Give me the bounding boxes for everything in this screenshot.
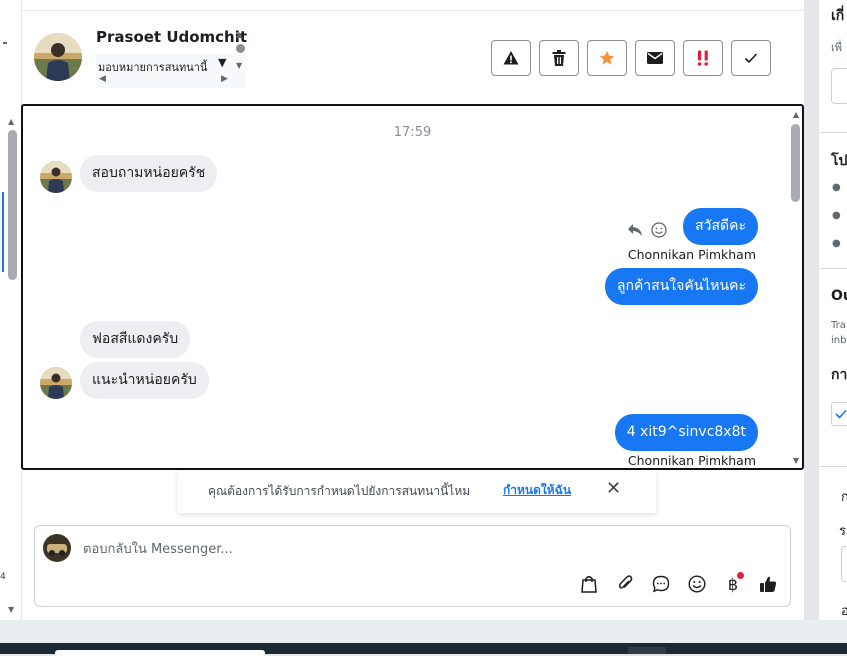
panel-section-title: เกี่ — [831, 8, 845, 24]
taskbar-app-button[interactable] — [628, 647, 666, 654]
assign-prompt-text: คุณต้องการได้รับการกำหนดไปยังการสนทนานี้… — [208, 484, 471, 498]
incoming-message[interactable]: แนะนำหน่อยครับ — [80, 362, 209, 399]
taskbar-search-box[interactable] — [55, 650, 265, 656]
gutter-selected-indicator — [2, 192, 4, 272]
incoming-message[interactable]: ฟอสสีแดงครับ — [80, 321, 191, 358]
panel-section-title: ก — [841, 490, 847, 505]
contact-details-panel: เกี่ เพื่ โป ● ● ● Ou Tra inb กา ก ร อ — [819, 0, 847, 620]
panel-section-title: อ — [841, 604, 847, 619]
outgoing-message[interactable]: ลูกค้าสนใจคันไหนคะ — [604, 268, 758, 305]
trash-icon — [552, 50, 566, 66]
spam-button[interactable] — [491, 40, 531, 76]
emoji-icon[interactable] — [685, 572, 709, 596]
divider — [819, 268, 847, 269]
page-avatar — [43, 534, 71, 562]
divider — [819, 132, 847, 133]
assign-label[interactable]: มอบหมายการสนทนานี้ — [98, 58, 207, 76]
contact-avatar[interactable] — [34, 33, 82, 81]
outgoing-message[interactable]: 4 xit9^sinvc8x8t — [614, 414, 758, 451]
gutter-scroll-down-arrow[interactable]: ▼ — [8, 606, 14, 614]
double-exclamation-icon — [697, 50, 708, 66]
conversation-thread[interactable]: 17:59 สอบถามหน่อยครัช สวัสดีคะ Chonnikan… — [21, 104, 804, 470]
clock-icon: ● — [832, 182, 841, 193]
divider — [22, 10, 804, 11]
contact-name[interactable]: Prasoet Udomchit — [96, 28, 247, 46]
contact-avatar-small[interactable] — [40, 367, 72, 399]
panel-checkbox[interactable] — [831, 402, 847, 426]
incoming-message[interactable]: สอบถามหน่อยครัช — [80, 155, 218, 192]
divider — [819, 466, 847, 467]
mark-unread-button[interactable] — [635, 40, 675, 76]
scroll-down-arrow[interactable]: ▼ — [236, 61, 242, 70]
thumbs-up-icon[interactable] — [756, 572, 780, 596]
warning-icon — [503, 51, 519, 65]
panel-section-subtitle: เพื่ — [831, 41, 843, 54]
notification-dot — [737, 572, 744, 579]
reply-input[interactable] — [83, 538, 763, 560]
gutter-tick — [3, 42, 7, 44]
panel-body-text: Tra — [831, 320, 846, 331]
envelope-icon — [647, 52, 663, 64]
panel-section-title: โป — [831, 153, 847, 169]
mark-done-button[interactable] — [731, 40, 771, 76]
gutter-number: 4 — [0, 572, 6, 582]
gutter-scroll-up-arrow[interactable]: ▲ — [8, 118, 14, 126]
outgoing-message[interactable]: สวัสดีคะ — [683, 208, 758, 245]
reaction-icon[interactable] — [651, 222, 667, 242]
scroll-left-arrow[interactable]: ◀ — [99, 74, 106, 84]
panel-body-text: inb — [831, 335, 847, 346]
chat-bubble-icon[interactable] — [649, 572, 673, 596]
check-icon — [744, 53, 758, 64]
scroll-up-arrow[interactable]: ▲ — [793, 110, 799, 119]
panel-input-field[interactable] — [831, 68, 847, 104]
paperclip-icon[interactable] — [613, 572, 637, 596]
star-icon — [599, 50, 615, 65]
close-icon[interactable]: ✕ — [606, 479, 621, 499]
message-timestamp: 17:59 — [393, 125, 432, 140]
header-mini-scrollbar[interactable]: ▲ ▼ — [234, 30, 246, 74]
scrollbar-thumb[interactable] — [236, 44, 245, 53]
sender-name: Chonnikan Pimkham — [627, 453, 756, 468]
scroll-up-arrow[interactable]: ▲ — [236, 30, 242, 39]
message-composer: ฿ — [34, 525, 791, 607]
location-pin-icon: ● — [832, 238, 841, 249]
chevron-down-icon[interactable]: ▼ — [218, 56, 226, 69]
scroll-down-arrow[interactable]: ▼ — [793, 456, 799, 465]
assign-prompt-banner: คุณต้องการได้รับการกำหนดไปยังการสนทนานี้… — [178, 470, 656, 513]
assign-to-me-link[interactable]: กำหนดให้ฉัน — [503, 481, 571, 500]
shopping-bag-icon[interactable] — [577, 572, 601, 596]
panel-section-title: กา — [831, 367, 847, 383]
delete-button[interactable] — [539, 40, 579, 76]
sender-name: Chonnikan Pimkham — [627, 247, 756, 262]
scrollbar-thumb[interactable] — [791, 124, 800, 202]
taskbar — [0, 620, 847, 656]
contact-avatar-small[interactable] — [40, 161, 72, 193]
star-button[interactable] — [587, 40, 627, 76]
check-icon — [835, 409, 847, 419]
panel-section-subtitle: ร — [839, 524, 846, 539]
location-pin-icon: ● — [832, 210, 841, 221]
left-gutter: ▲ 4 ▼ — [0, 0, 22, 620]
panel-input-field[interactable] — [841, 546, 847, 582]
baht-payment-icon[interactable]: ฿ — [721, 572, 745, 596]
gutter-scrollbar-thumb[interactable] — [8, 130, 17, 280]
scroll-right-arrow[interactable]: ▶ — [221, 74, 228, 84]
conversation-scrollbar[interactable]: ▲ ▼ — [788, 106, 802, 468]
follow-up-button[interactable] — [683, 40, 723, 76]
reply-icon[interactable] — [627, 223, 643, 241]
panel-section-title: Ou — [831, 288, 847, 304]
